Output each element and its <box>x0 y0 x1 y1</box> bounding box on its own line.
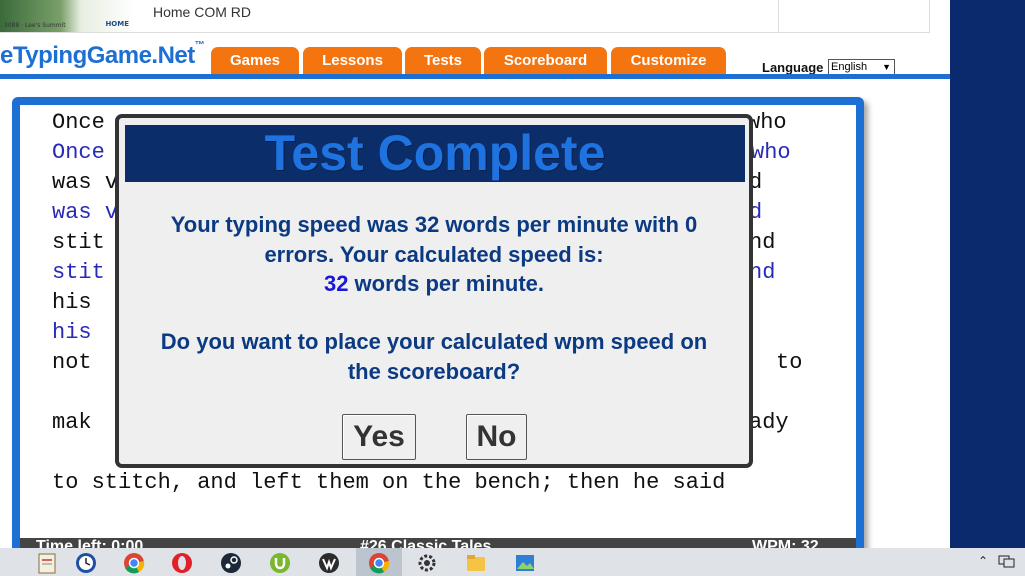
text-line-6-right: ady <box>749 410 789 435</box>
tab-lessons[interactable]: Lessons <box>303 47 402 74</box>
chrome-active-icon[interactable] <box>368 552 390 574</box>
text-line-7: to stitch, and left them on the bench; t… <box>52 470 726 495</box>
text-line-3: stit <box>52 230 105 255</box>
site-logo-text: eTypingGame.Net <box>0 42 195 69</box>
ad-side-box <box>778 0 930 33</box>
site-logo[interactable]: eTypingGame.Net™ <box>0 40 205 70</box>
wolf-icon[interactable] <box>318 552 340 574</box>
no-button[interactable]: No <box>466 414 527 460</box>
steam-icon[interactable] <box>220 552 242 574</box>
chevron-down-icon: ▼ <box>882 62 891 72</box>
ad-logo: HOME <box>105 20 129 28</box>
chrome-icon[interactable] <box>123 552 145 574</box>
ad-link[interactable]: Home COM RD <box>153 4 251 20</box>
ad-banner[interactable]: 3088 · Lee's Summit HOME Home COM RD <box>0 0 930 33</box>
result-line-1: Your typing speed was 32 words per minut… <box>170 212 698 237</box>
question-line-1: Do you want to place your calculated wpm… <box>160 329 708 354</box>
question-line-2: the scoreboard? <box>347 359 521 384</box>
page-side-background <box>950 0 1025 548</box>
network-icon[interactable] <box>998 554 1016 568</box>
result-line-2: errors. Your calculated speed is: <box>264 242 604 267</box>
tab-tests[interactable]: Tests <box>405 47 481 74</box>
typed-line-3: stit <box>52 260 105 285</box>
typed-line-1: Once <box>52 140 105 165</box>
opera-icon[interactable] <box>171 552 193 574</box>
typed-line-1-right: who <box>751 140 791 165</box>
text-line-4: his <box>52 290 92 315</box>
language-label: Language <box>762 60 824 75</box>
calculated-wpm: 32 <box>323 271 349 296</box>
test-complete-dialog: Test Complete Your typing speed was 32 w… <box>115 114 753 468</box>
settings-icon[interactable] <box>416 552 438 574</box>
text-line-5: not <box>52 350 92 375</box>
text-line-1: Once <box>52 110 105 135</box>
clock-icon[interactable] <box>75 552 97 574</box>
ad-image[interactable]: 3088 · Lee's Summit HOME <box>0 0 135 32</box>
text-line-6: mak <box>52 410 92 435</box>
language-select-value: English <box>831 61 868 73</box>
tab-customize[interactable]: Customize <box>611 47 726 74</box>
result-line-3: 32 words per minute. <box>119 269 749 298</box>
utorrent-icon[interactable] <box>269 552 291 574</box>
dialog-title: Test Complete <box>125 125 745 182</box>
nav-divider <box>0 74 950 79</box>
tab-scoreboard[interactable]: Scoreboard <box>484 47 607 74</box>
tray-chevron-up-icon[interactable]: ⌃ <box>978 554 988 568</box>
wpm-suffix: words per minute. <box>348 271 545 296</box>
file-explorer-icon[interactable] <box>465 552 487 574</box>
notepad-icon[interactable] <box>36 552 58 574</box>
language-select[interactable]: English ▼ <box>828 59 895 75</box>
windows-taskbar: ⌃ <box>0 548 1025 576</box>
ad-small-text: 3088 · Lee's Summit <box>4 22 66 29</box>
yes-button[interactable]: Yes <box>342 414 416 460</box>
photos-icon[interactable] <box>514 552 536 574</box>
text-line-2: was v <box>52 170 119 195</box>
text-line-5-right: to <box>776 350 803 375</box>
typed-line-2: was v <box>52 200 119 225</box>
trademark-mark: ™ <box>194 40 205 51</box>
tab-games[interactable]: Games <box>211 47 299 74</box>
typed-line-4: his <box>52 320 92 345</box>
